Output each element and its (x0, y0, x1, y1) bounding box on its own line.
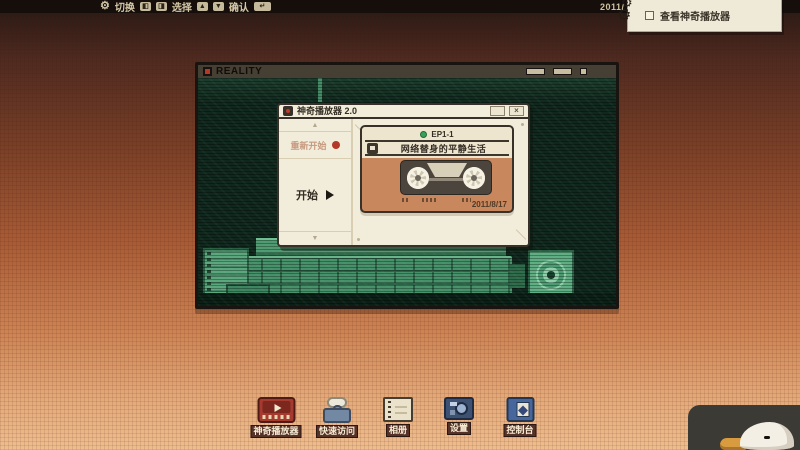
icon-detail (395, 412, 407, 414)
start-label: 开始 (296, 187, 318, 203)
dock-label: 神奇播放器 (250, 425, 301, 438)
player-app-icon (283, 106, 293, 116)
player-minimize-button[interactable] (490, 106, 505, 116)
select-up-key-icon: ▲ (197, 2, 208, 11)
restart-option[interactable]: 重新开始 (279, 132, 351, 159)
player-body: ▲ 重新开始 开始 ▼ (279, 119, 528, 245)
hint-confirm-label: 确认 (229, 0, 249, 14)
start-option[interactable]: 开始 (279, 159, 351, 231)
episode-number: EP1-1 (431, 130, 453, 139)
icon-detail (388, 401, 391, 418)
hint-switch-label: 切换 (115, 0, 135, 14)
cassette-tape: EP1-1 网络替身的平静生活 (360, 125, 514, 213)
tape-window-highlight (427, 163, 467, 177)
dock-label: 控制台 (503, 424, 536, 437)
cassette-panel: EP1-1 网络替身的平静生活 (353, 119, 528, 245)
dock-item-settings[interactable]: 设置 (444, 397, 474, 435)
episode-title: 网络替身的平静生活 (378, 142, 509, 155)
reality-button-1[interactable] (526, 68, 545, 75)
title-label-row: 网络替身的平静生活 (365, 140, 509, 156)
screw-icon (521, 123, 524, 126)
reality-button-2[interactable] (553, 68, 572, 75)
switch-right-key-icon: ◨ (156, 2, 167, 11)
dock-item-magic-player[interactable]: 神奇播放器 (250, 397, 301, 438)
tape-strip (429, 178, 463, 181)
camera-label-icon (367, 143, 378, 154)
gear-icon[interactable]: ⚙ (100, 0, 110, 13)
player-close-button[interactable]: × (509, 106, 524, 116)
camera-settings-icon (444, 397, 474, 420)
view-player-menu-item[interactable]: 查看神奇播放器 (660, 8, 730, 23)
quick-access-icon (321, 397, 353, 423)
icon-detail (450, 410, 455, 415)
player-titlebar[interactable]: 神奇播放器 2.0 × (279, 105, 528, 119)
hint-select-label: 选择 (172, 0, 192, 14)
reality-button-3[interactable] (580, 68, 587, 75)
switch-left-key-icon: ◧ (140, 2, 151, 11)
play-icon (274, 404, 281, 412)
dock-label: 设置 (447, 422, 471, 435)
screen-artifact (318, 78, 322, 102)
dock-label: 相册 (386, 424, 410, 437)
dock-item-console[interactable]: 控制台 (503, 397, 536, 437)
cassette-print-mark (462, 198, 471, 202)
game-screen: ⚙ 切换 ◧ ◨ 选择 ▲ ▼ 确认 ↵ 2011/ ⚙ ⚙ 查看神奇播放器 R… (0, 0, 800, 450)
scene-desk-edge (198, 293, 616, 306)
episode-dot-icon (420, 131, 427, 138)
crt-screen: 神奇播放器 2.0 × ▲ 重新开始 开始 (198, 78, 616, 306)
scene-box (510, 264, 525, 288)
cassette-print-mark (422, 198, 438, 202)
photo-album-icon (383, 397, 413, 422)
episode-row: EP1-1 (362, 127, 512, 140)
select-down-key-icon: ▼ (213, 2, 224, 11)
notebook-spiral (207, 251, 211, 297)
menu-gear-icon: ⚙ (617, 8, 631, 24)
control-hints: ⚙ 切换 ◧ ◨ 选择 ▲ ▼ 确认 ↵ (100, 0, 271, 13)
dock-item-quick-access[interactable]: 快速访问 (316, 397, 358, 438)
reality-app-icon (203, 67, 212, 76)
menu-scroll-down[interactable]: ▼ (279, 231, 351, 245)
tape-window (400, 160, 492, 195)
scene-keyboard (242, 256, 512, 298)
corner-panel (688, 405, 800, 450)
duck-eye (764, 436, 770, 439)
player-menu-column: ▲ 重新开始 开始 ▼ (279, 119, 353, 245)
view-menu-panel: ⚙ ⚙ 查看神奇播放器 (627, 0, 782, 32)
menu-scroll-up[interactable]: ▲ (279, 119, 351, 132)
cassette-label-area: EP1-1 网络替身的平静生活 (362, 127, 512, 158)
reality-window: REALITY 神奇播放器 2.0 (195, 62, 619, 309)
record-dot-icon (332, 141, 340, 149)
dock-item-album[interactable]: 相册 (383, 397, 413, 437)
reality-title: REALITY (216, 65, 262, 78)
duck-mascot[interactable] (720, 420, 796, 450)
dock-label: 快速访问 (316, 425, 358, 438)
cassette-print-mark (402, 198, 408, 202)
reality-titlebar-buttons (526, 68, 587, 75)
view-player-checkbox[interactable] (645, 11, 654, 20)
screen-glow (198, 78, 616, 104)
cassette-date: 2011/8/17 (472, 200, 507, 209)
film-strip-icon (262, 415, 290, 419)
player-title: 神奇播放器 2.0 (297, 105, 357, 117)
magic-player-window: 神奇播放器 2.0 × ▲ 重新开始 开始 (277, 103, 530, 247)
bag-icon (323, 408, 351, 423)
magic-player-icon (257, 397, 295, 423)
left-spool-icon (407, 167, 429, 189)
icon-detail (395, 406, 407, 408)
play-icon (326, 190, 334, 200)
console-icon (506, 397, 534, 422)
panel-decoration (516, 229, 527, 240)
right-spool-icon (463, 167, 485, 189)
reality-titlebar: REALITY (198, 65, 616, 78)
confirm-enter-key-icon: ↵ (254, 2, 271, 11)
screw-icon (357, 238, 360, 241)
restart-label: 重新开始 (290, 139, 326, 152)
icon-detail (450, 402, 457, 406)
